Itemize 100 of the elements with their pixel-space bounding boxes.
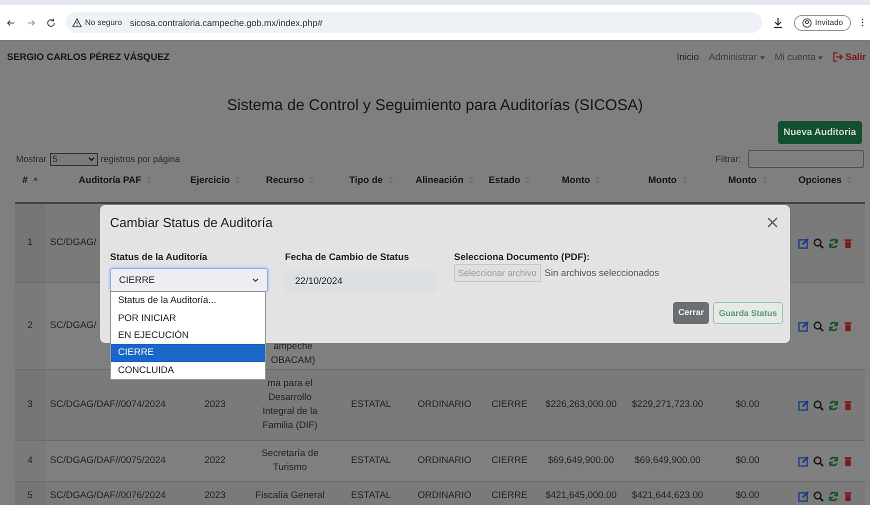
table-cell: $0.00 <box>736 454 760 468</box>
dropdown-option[interactable]: CONCLUIDA <box>111 362 265 379</box>
search-icon[interactable] <box>812 400 824 410</box>
url-text: sicosa.contraloria.campeche.gob.mx/index.php# <box>130 18 323 28</box>
reload-icon[interactable] <box>46 18 56 28</box>
nav-link[interactable]: Inicio <box>676 52 699 62</box>
nav-link[interactable]: Mi cuenta <box>774 52 824 62</box>
trash-icon[interactable] <box>842 400 852 410</box>
table-cell: Secretaría de Turismo <box>261 447 319 475</box>
edit-icon[interactable] <box>798 456 808 466</box>
table-cell: ma para el Desarrollo Integral de la Familia (DIF) <box>262 377 318 433</box>
table-cell: ESTATAL <box>350 398 392 412</box>
page-size-select[interactable]: 5 <box>50 152 98 166</box>
column-header[interactable]: Monto <box>562 174 590 186</box>
column-header[interactable]: Estado <box>488 174 520 186</box>
column-header[interactable]: Auditoría PAF <box>78 174 142 186</box>
file-status: Sin archivos seleccionados <box>544 268 660 278</box>
column-header[interactable]: # <box>22 174 28 186</box>
table-cell: SC/DGAG/DAF//0075/2024 <box>50 454 166 468</box>
address-bar[interactable]: No seguro sicosa.contraloria.campeche.gob.mx/index.php# <box>66 12 762 33</box>
edit-icon[interactable] <box>798 490 808 502</box>
table-cell: CIERRE <box>492 454 528 468</box>
table-cell: SC/DGAG/ <box>50 236 96 250</box>
refresh-icon[interactable] <box>828 320 838 332</box>
table-cell: CIERRE <box>492 489 528 503</box>
table-cell: $69,649,900.00 <box>548 454 614 468</box>
chevron-icon <box>88 156 95 162</box>
close-icon[interactable] <box>767 217 778 228</box>
refresh-icon[interactable] <box>828 238 838 248</box>
dropdown-option[interactable]: POR INICIAR <box>111 309 265 327</box>
edit-icon[interactable] <box>798 400 808 410</box>
dropdown-option[interactable]: EN EJECUCIÓN <box>111 326 265 344</box>
forward-icon[interactable] <box>26 18 36 28</box>
sign-out-icon <box>833 52 844 62</box>
download-icon[interactable] <box>772 16 784 28</box>
caret-icon <box>818 56 824 60</box>
table-cell: CIERRE <box>492 398 528 412</box>
table-cell: SC/DGAG/ <box>50 319 96 333</box>
trash-icon[interactable] <box>842 456 852 466</box>
field-label: Fecha de Cambio de Status <box>285 252 410 263</box>
save-button[interactable]: Guarda Status <box>712 302 783 324</box>
row-number: 2 <box>27 319 33 333</box>
column-header[interactable]: Tipo de <box>349 174 383 186</box>
row-number: 3 <box>27 398 33 412</box>
dropdown-option[interactable]: Status de la Auditoría... <box>111 292 265 310</box>
security-chip[interactable]: No seguro <box>72 18 122 28</box>
page-title: Sistema de Control y Seguimiento para Auditorías (SICOSA) <box>226 97 644 115</box>
trash-icon[interactable] <box>842 490 852 502</box>
table-cell: SC/DGAG/DAF//0076/2024 <box>50 489 166 503</box>
filter-field[interactable] <box>748 150 864 168</box>
show-label: Mostrar <box>16 154 47 164</box>
table-cell: $69,649,900.00 <box>634 454 701 468</box>
date-field[interactable]: 22/10/2024 <box>285 270 437 292</box>
row-number: 1 <box>27 236 33 250</box>
column-header[interactable]: Monto <box>728 174 757 186</box>
caret-icon <box>760 56 765 60</box>
refresh-icon[interactable] <box>828 456 838 466</box>
column-header[interactable]: Alineación <box>415 174 464 186</box>
search-icon[interactable] <box>812 456 824 466</box>
field-label: Status de la Auditoría <box>110 252 208 263</box>
edit-icon[interactable] <box>798 238 808 248</box>
row-number: 5 <box>27 489 33 503</box>
table-cell: $0.00 <box>736 489 760 503</box>
kebab-menu-icon[interactable] <box>861 17 864 28</box>
refresh-icon[interactable] <box>828 490 838 502</box>
column-header[interactable]: Recurso <box>266 174 304 186</box>
row-number: 4 <box>27 454 33 468</box>
new-audit-button[interactable]: Nueva Auditoria <box>778 121 862 144</box>
column-header[interactable]: Ejercicio <box>190 174 230 186</box>
status-select[interactable]: CIERRE <box>110 268 268 292</box>
person-icon <box>802 18 812 28</box>
table-cell: $229,271,723.00 <box>632 398 704 412</box>
trash-icon[interactable] <box>842 320 852 332</box>
table-cell: ESTATAL <box>350 489 392 503</box>
table-cell: 2023 <box>204 489 226 503</box>
nav-link[interactable]: Salir <box>833 52 866 62</box>
refresh-icon[interactable] <box>828 400 838 410</box>
column-header[interactable]: Monto <box>648 174 677 186</box>
sort-ascending-icon[interactable] <box>32 176 38 184</box>
table-cell: 2022 <box>204 454 226 468</box>
search-icon[interactable] <box>812 490 824 502</box>
search-icon[interactable] <box>812 320 824 332</box>
close-button[interactable]: Cerrar <box>673 302 709 324</box>
column-header[interactable]: Opciones <box>798 174 842 186</box>
user-name: SERGIO CARLOS PÉREZ VÁSQUEZ <box>7 52 171 62</box>
per-page-label: registros por página <box>100 154 180 164</box>
warning-icon <box>72 18 82 28</box>
dropdown-option[interactable]: CIERRE <box>111 344 265 362</box>
table-cell: ORDINARIO <box>418 489 472 503</box>
table-cell: $0.00 <box>736 398 760 412</box>
table-cell: $226,263,000.00 <box>545 398 617 412</box>
nav-link[interactable]: Administrar <box>708 52 765 62</box>
back-icon[interactable] <box>6 18 16 28</box>
profile-button[interactable]: Invitado <box>794 14 851 30</box>
trash-icon[interactable] <box>842 238 852 248</box>
edit-icon[interactable] <box>798 320 808 332</box>
filter-label: Filtrar: <box>716 154 741 164</box>
search-icon[interactable] <box>812 238 824 248</box>
table-cell: ORDINARIO <box>418 398 472 412</box>
table-cell: $421,644,623.00 <box>632 489 704 503</box>
